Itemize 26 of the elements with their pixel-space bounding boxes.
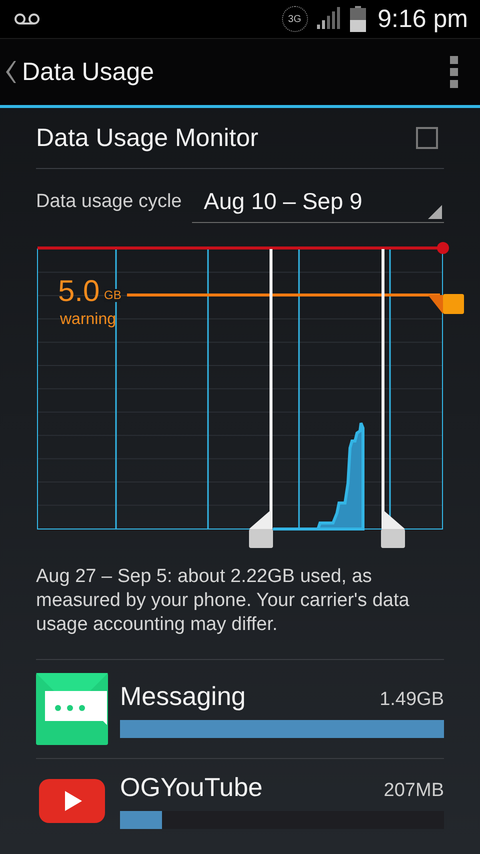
range-end-handle[interactable] bbox=[381, 249, 405, 548]
network-type-indicator: 3G bbox=[282, 6, 308, 32]
back-icon[interactable] bbox=[4, 61, 16, 83]
overflow-menu-icon[interactable] bbox=[450, 56, 458, 88]
range-start-handle[interactable] bbox=[249, 249, 273, 548]
cycle-label: Data usage cycle bbox=[36, 191, 182, 213]
battery-icon bbox=[350, 6, 366, 32]
warning-unit: GB bbox=[104, 289, 122, 302]
warning-label: warning bbox=[60, 311, 116, 329]
app-name: OGYouTube bbox=[120, 772, 263, 803]
screen-title: Data Usage bbox=[22, 58, 154, 86]
usage-summary: Aug 27 – Sep 5: about 2.22GB used, as measured by your phone. Your carrier's data usage accounting may differ. bbox=[36, 565, 444, 660]
cycle-dropdown[interactable]: Aug 10 – Sep 9 bbox=[192, 182, 444, 222]
app-name: Messaging bbox=[120, 680, 246, 712]
play-button-icon bbox=[36, 778, 108, 824]
dropdown-caret-icon bbox=[428, 204, 442, 218]
messaging-app-icon bbox=[36, 673, 108, 745]
monitor-label: Data Usage Monitor bbox=[36, 124, 258, 152]
warning-value: 5.0 bbox=[58, 275, 100, 309]
voicemail-icon bbox=[14, 13, 40, 25]
app-usage: 207MB bbox=[384, 780, 444, 802]
app-usage: 1.49GB bbox=[380, 688, 444, 710]
monitor-checkbox[interactable] bbox=[416, 127, 438, 149]
warning-line[interactable] bbox=[127, 294, 464, 314]
clock-time: 9:16 pm bbox=[378, 4, 468, 34]
signal-icon bbox=[316, 7, 342, 31]
